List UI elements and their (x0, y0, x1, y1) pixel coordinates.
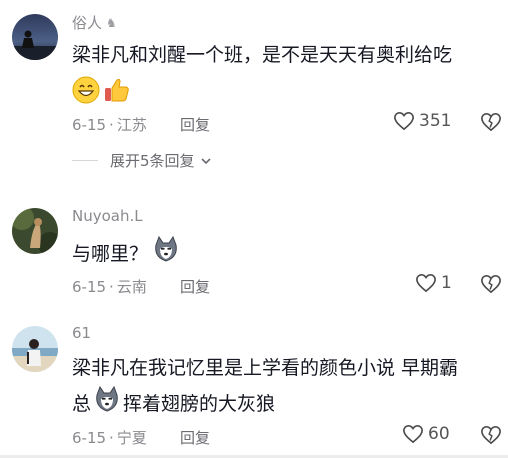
expand-replies-label: 展开5条回复 (110, 152, 195, 170)
thumbs-up-emoji-icon (102, 76, 130, 108)
dislike-button[interactable] (480, 425, 502, 449)
avatar[interactable] (12, 326, 58, 372)
username-text: Nuyoah.L (72, 207, 143, 225)
husky-emoji-icon (93, 385, 121, 422)
meta-separator: · (109, 277, 114, 296)
reply-button[interactable]: 回复 (180, 114, 210, 135)
expand-divider-line (72, 160, 98, 161)
like-button[interactable]: 351 (393, 111, 451, 131)
comment-location: 江苏 (116, 116, 147, 134)
like-count: 1 (441, 273, 452, 293)
comment-text-line1: 梁非凡在我记忆里是上学看的颜色小说 早期霸 (72, 357, 459, 379)
comment-text-second-line: 总 挥着翅膀的大灰狼 (72, 385, 275, 422)
comment-meta: 6-15 · 江苏 (72, 114, 147, 135)
comment-date: 6-15 (72, 277, 107, 296)
broken-heart-icon (481, 425, 501, 445)
heart-icon (416, 273, 436, 293)
reply-button[interactable]: 回复 (180, 427, 210, 448)
heart-icon (403, 424, 423, 444)
username[interactable]: 61 (72, 324, 91, 342)
comment-text: 梁非凡在我记忆里是上学看的颜色小说 早期霸 (72, 353, 458, 383)
comment-meta: 6-15 · 云南 (72, 276, 147, 297)
meta-separator: · (109, 428, 114, 447)
like-button[interactable]: 1 (415, 273, 452, 293)
comment-date: 6-15 (72, 428, 107, 447)
comment-location: 云南 (116, 278, 147, 296)
comment-text: 梁非凡和刘醒一个班，是不是天天有奥利给吃 (72, 40, 452, 70)
broken-heart-icon (481, 112, 501, 132)
dislike-button[interactable] (480, 112, 502, 136)
like-count: 351 (419, 111, 452, 131)
username[interactable]: Nuyoah.L (72, 207, 143, 225)
comment-text-content: 梁非凡和刘醒一个班，是不是天天有奥利给吃 (72, 44, 453, 66)
decoration-glyph-icon: ♞ (106, 15, 117, 30)
like-count: 60 (428, 424, 450, 444)
username-text: 61 (72, 324, 92, 342)
dislike-button[interactable] (480, 274, 502, 298)
chevron-down-icon (200, 157, 211, 164)
comment-location: 宁夏 (116, 429, 147, 447)
like-button[interactable]: 60 (402, 424, 450, 444)
avatar[interactable] (12, 14, 58, 60)
comment-text-content: 与哪里？ (72, 242, 149, 265)
meta-separator: · (109, 115, 114, 134)
heart-icon (394, 111, 414, 131)
comment-date: 6-15 (72, 115, 107, 134)
broken-heart-icon (481, 274, 501, 294)
comment-text-line2-start: 总 (72, 392, 92, 415)
expand-replies-button[interactable]: 展开5条回复 (72, 150, 213, 171)
grin-emoji-icon (72, 76, 100, 108)
username[interactable]: 俗人 ♞ (72, 12, 117, 33)
emoji-row (72, 76, 130, 108)
comment-meta: 6-15 · 宁夏 (72, 427, 147, 448)
husky-emoji-icon (152, 235, 180, 272)
avatar[interactable] (12, 208, 58, 254)
comment-text: 与哪里？ (72, 235, 180, 272)
comment-text-line2-end: 挥着翅膀的大灰狼 (123, 392, 276, 415)
username-text: 俗人 (72, 14, 103, 32)
reply-button[interactable]: 回复 (180, 276, 210, 297)
